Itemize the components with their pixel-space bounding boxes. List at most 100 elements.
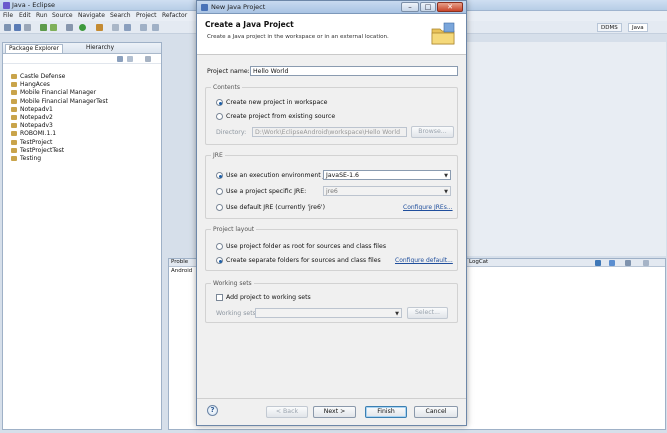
menu-run[interactable]: Run [36, 12, 48, 19]
select-working-sets-button[interactable]: Select... [407, 307, 448, 319]
eclipse-title: Java - Eclipse [12, 1, 56, 9]
default-jre-radio[interactable] [216, 204, 223, 211]
create-new-project-label: Create new project in workspace [226, 99, 328, 106]
tab-package-explorer[interactable]: Package Explorer [5, 44, 64, 53]
browse-button[interactable]: Browse... [411, 126, 454, 138]
project-specific-jre-radio[interactable] [216, 188, 223, 195]
separate-folders-radio[interactable] [216, 257, 223, 264]
project-folder-icon [11, 82, 17, 88]
close-button[interactable]: ✕ [437, 2, 463, 12]
cancel-button[interactable]: Cancel [414, 406, 458, 418]
external-tools-icon[interactable] [96, 24, 103, 31]
project-folder-root-radio[interactable] [216, 243, 223, 250]
list-item[interactable]: Testing [11, 155, 108, 163]
menu-file[interactable]: File [3, 12, 13, 19]
directory-input[interactable]: D:\Work\EclipseAndroid\workspace\Hello W… [252, 127, 407, 137]
search-icon[interactable] [124, 24, 131, 31]
perspective-java[interactable]: Java [628, 23, 648, 32]
create-new-project-radio[interactable] [216, 99, 223, 106]
project-layout-group: Project layout Use project folder as roo… [205, 226, 458, 271]
execution-env-radio[interactable] [216, 172, 223, 179]
existing-source-radio[interactable] [216, 113, 223, 120]
minimize-button[interactable]: – [401, 2, 419, 12]
project-folder-icon [11, 131, 17, 137]
list-item[interactable]: Notepadv3 [11, 122, 108, 130]
dropdown-arrow-icon: ▼ [444, 173, 448, 179]
list-item[interactable]: Mobile Financial ManagerTest [11, 98, 108, 106]
menu-project[interactable]: Project [136, 12, 157, 19]
header-description: Create a Java project in the workspace o… [207, 34, 389, 40]
avd-manager-icon[interactable] [50, 24, 57, 31]
dropdown-arrow-icon: ▼ [395, 311, 399, 317]
menu-search[interactable]: Search [110, 12, 131, 19]
menu-navigate[interactable]: Navigate [78, 12, 105, 19]
project-specific-jre-label: Use a project specific JRE: [226, 188, 307, 195]
open-type-icon[interactable] [112, 24, 119, 31]
nav-back-icon[interactable] [140, 24, 147, 31]
link-editor-icon[interactable] [127, 56, 133, 62]
maximize-button[interactable]: □ [420, 2, 436, 12]
list-item[interactable]: TestProject [11, 139, 108, 147]
default-jre-label: Use default JRE (currently 'jre6') [226, 204, 326, 211]
project-folder-icon [11, 106, 17, 112]
list-item[interactable]: Notepadv1 [11, 106, 108, 114]
new-icon[interactable] [4, 24, 11, 31]
project-specific-jre-select[interactable]: jre6 ▼ [323, 186, 451, 196]
list-item[interactable]: ROBOMI.1.1 [11, 130, 108, 138]
tab-logcat[interactable]: LogCat [469, 259, 488, 265]
add-to-working-sets-checkbox[interactable] [216, 294, 223, 301]
dropdown-arrow-icon: ▼ [444, 189, 448, 195]
open-console-icon[interactable] [625, 260, 631, 266]
save-icon[interactable] [14, 24, 21, 31]
project-folder-icon [11, 90, 17, 96]
existing-source-label: Create project from existing source [226, 113, 336, 120]
collapse-all-icon[interactable] [117, 56, 123, 62]
view-menu-icon[interactable] [145, 56, 151, 62]
working-sets-select[interactable]: ▼ [255, 308, 402, 318]
execution-env-label: Use an execution environment JRE: [226, 172, 335, 179]
jre-group-label: JRE [211, 152, 225, 159]
project-list: Castle Defense HangAces Mobile Financial… [11, 73, 108, 163]
package-explorer-tabs: Package Explorer Hierarchy [3, 43, 161, 54]
list-item[interactable]: HangAces [11, 81, 108, 89]
perspective-ddms[interactable]: DDMS [597, 23, 622, 32]
project-name-input[interactable]: Hello World [250, 66, 458, 76]
new-project-folder-icon [431, 22, 455, 45]
directory-label: Directory: [216, 129, 247, 136]
tab-hierarchy[interactable]: Hierarchy [83, 44, 117, 53]
list-item[interactable]: Notepadv2 [11, 114, 108, 122]
debug-icon[interactable] [66, 24, 73, 31]
run-icon[interactable] [79, 24, 86, 31]
help-icon[interactable]: ? [207, 405, 218, 416]
menu-refactor[interactable]: Refactor [162, 12, 187, 19]
configure-default-link[interactable]: Configure default... [395, 257, 453, 264]
project-layout-group-label: Project layout [211, 226, 257, 233]
menu-edit[interactable]: Edit [19, 12, 31, 19]
android-sdk-icon[interactable] [40, 24, 47, 31]
finish-button[interactable]: Finish [365, 406, 407, 418]
list-item[interactable]: Mobile Financial Manager [11, 89, 108, 97]
configure-jres-link[interactable]: Configure JREs... [403, 204, 453, 211]
project-folder-icon [11, 147, 17, 153]
project-folder-icon [11, 123, 17, 129]
project-folder-icon [11, 114, 17, 120]
print-icon[interactable] [24, 24, 31, 31]
execution-env-select[interactable]: JavaSE-1.6 ▼ [323, 170, 451, 180]
tab-problems[interactable]: Proble [171, 259, 188, 265]
minimize-view-icon[interactable] [643, 260, 649, 266]
pin-console-icon[interactable] [609, 260, 615, 266]
working-sets-group-label: Working sets [211, 280, 254, 287]
menu-source[interactable]: Source [52, 12, 73, 19]
add-to-working-sets-label: Add project to working sets [226, 294, 311, 301]
footer-separator [197, 398, 466, 399]
console-display-icon[interactable] [595, 260, 601, 266]
list-item[interactable]: Castle Defense [11, 73, 108, 81]
list-item[interactable]: TestProjectTest [11, 147, 108, 155]
back-button[interactable]: < Back [266, 406, 308, 418]
next-button[interactable]: Next > [313, 406, 356, 418]
nav-forward-icon[interactable] [152, 24, 159, 31]
jre-group: JRE Use an execution environment JRE: Ja… [205, 152, 458, 219]
separate-folders-label: Create separate folders for sources and … [226, 257, 381, 264]
project-folder-icon [11, 139, 17, 145]
console-label: Android [171, 268, 193, 274]
